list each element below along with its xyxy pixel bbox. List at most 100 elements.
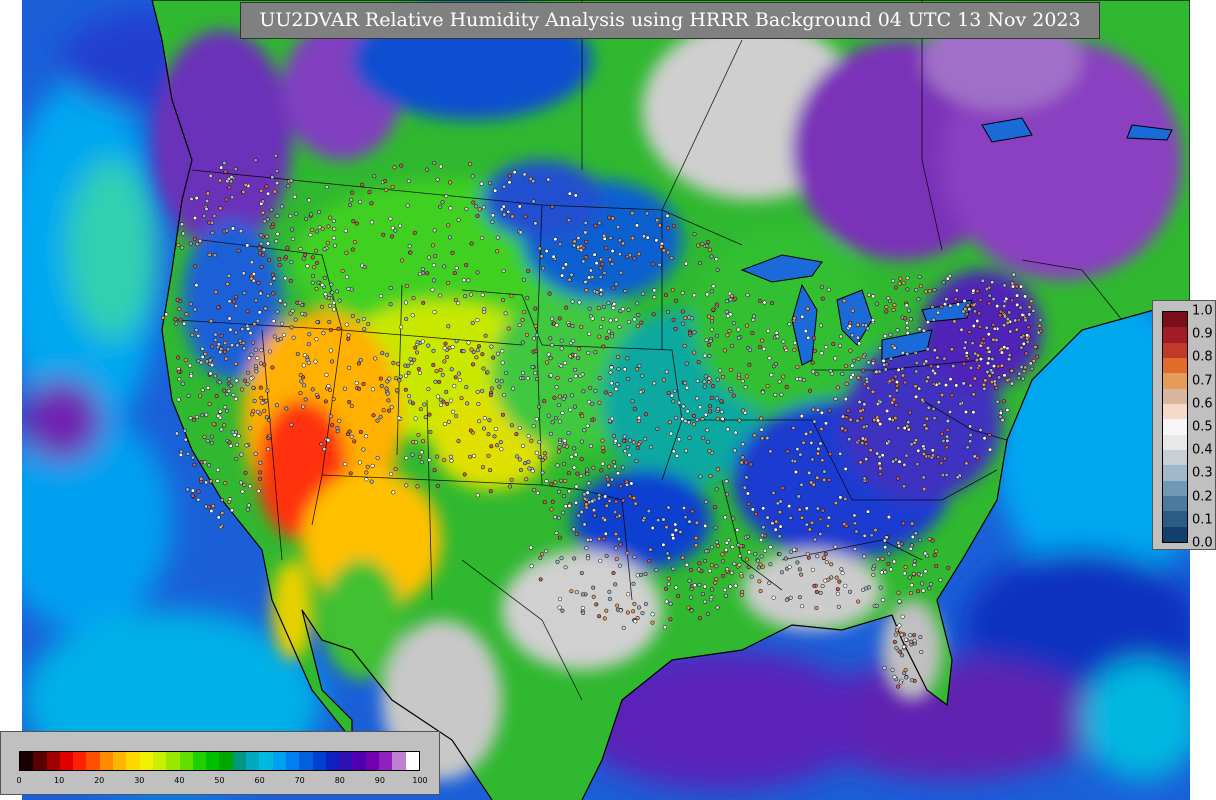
- station-dot: [433, 379, 438, 384]
- station-dot: [180, 245, 185, 250]
- station-dot: [573, 452, 578, 457]
- station-dot: [193, 307, 198, 312]
- station-dot: [1016, 375, 1021, 381]
- rh-tick-label: 30: [134, 776, 145, 785]
- station-dot: [636, 605, 642, 610]
- station-dot: [502, 212, 507, 217]
- station-dot: [613, 582, 618, 587]
- station-dot: [815, 506, 820, 511]
- station-dot: [888, 356, 894, 361]
- station-dot: [182, 428, 188, 433]
- station-dot: [608, 392, 613, 397]
- station-dot: [941, 280, 946, 285]
- station-dot: [837, 579, 842, 584]
- increment-tick-label: 0.2: [1192, 489, 1213, 505]
- station-dot: [216, 413, 221, 418]
- station-dot: [704, 549, 709, 554]
- station-dot: [225, 281, 230, 286]
- station-dot: [896, 426, 901, 431]
- station-dot: [689, 608, 694, 613]
- station-dot: [264, 398, 269, 403]
- station-dot: [850, 363, 855, 368]
- increment-colorbar-segment: [1163, 480, 1187, 496]
- station-dot: [328, 327, 333, 332]
- station-dot: [438, 367, 443, 372]
- station-dot: [998, 313, 1003, 318]
- station-dot: [251, 409, 256, 414]
- station-dot: [179, 449, 184, 454]
- station-dot: [310, 227, 315, 232]
- station-dot: [361, 447, 366, 452]
- station-dot: [500, 360, 505, 365]
- station-dot: [185, 451, 190, 456]
- station-dot: [681, 505, 687, 511]
- station-dot: [881, 358, 886, 363]
- station-dot: [905, 330, 910, 336]
- station-dot: [740, 442, 745, 447]
- station-dot: [611, 570, 616, 576]
- station-dot: [224, 197, 229, 202]
- rh-colorbar-segment: [246, 752, 260, 770]
- station-dot: [204, 359, 209, 364]
- station-dot: [362, 265, 367, 270]
- station-dot: [997, 375, 1002, 380]
- station-dot: [964, 312, 969, 317]
- station-dot: [468, 161, 473, 166]
- station-dot: [572, 243, 577, 248]
- station-dot: [643, 436, 648, 441]
- station-dot: [590, 417, 595, 422]
- station-dot: [315, 395, 321, 400]
- station-dot: [572, 446, 577, 451]
- station-dot: [815, 554, 820, 559]
- station-dot: [446, 280, 451, 285]
- station-dot: [331, 235, 336, 240]
- rh-colorbar-segment: [365, 752, 380, 770]
- station-dot: [430, 287, 435, 292]
- station-dot: [892, 639, 897, 645]
- station-dot: [826, 515, 831, 520]
- station-dot: [450, 250, 455, 255]
- station-dot: [905, 351, 910, 356]
- station-dot: [574, 484, 579, 489]
- station-dot: [673, 522, 678, 527]
- station-dot: [761, 525, 766, 530]
- station-dot: [736, 327, 741, 332]
- station-dot: [486, 453, 491, 458]
- station-dot: [403, 387, 408, 392]
- station-dot: [468, 428, 473, 433]
- station-dot: [404, 455, 409, 460]
- station-dot: [188, 301, 193, 307]
- station-dot: [731, 516, 736, 521]
- station-dot: [708, 338, 713, 343]
- station-dot: [457, 377, 462, 382]
- station-dot: [725, 567, 730, 572]
- station-dot: [683, 515, 688, 520]
- station-dot: [811, 407, 816, 412]
- station-dot: [967, 330, 972, 335]
- station-dot: [962, 345, 967, 351]
- station-dot: [358, 358, 363, 363]
- station-dot: [939, 304, 944, 309]
- station-dot: [901, 521, 906, 526]
- station-dot: [378, 376, 383, 381]
- station-dot: [475, 270, 480, 275]
- station-dot: [598, 558, 603, 563]
- station-dot: [857, 341, 862, 346]
- station-dot: [315, 260, 320, 265]
- station-dot: [323, 399, 328, 404]
- station-dot: [931, 406, 936, 412]
- station-dot: [187, 363, 193, 368]
- station-dot: [354, 221, 359, 226]
- station-dot: [860, 323, 866, 328]
- station-dot: [860, 436, 865, 441]
- station-dot: [684, 361, 689, 366]
- station-dot: [946, 565, 951, 570]
- station-dot: [861, 587, 866, 592]
- station-dot: [233, 294, 238, 299]
- station-dot: [975, 366, 981, 371]
- station-dot: [209, 220, 215, 225]
- station-dot: [218, 409, 223, 414]
- station-dot: [497, 384, 502, 389]
- station-dot: [404, 483, 409, 488]
- station-dot: [307, 198, 312, 203]
